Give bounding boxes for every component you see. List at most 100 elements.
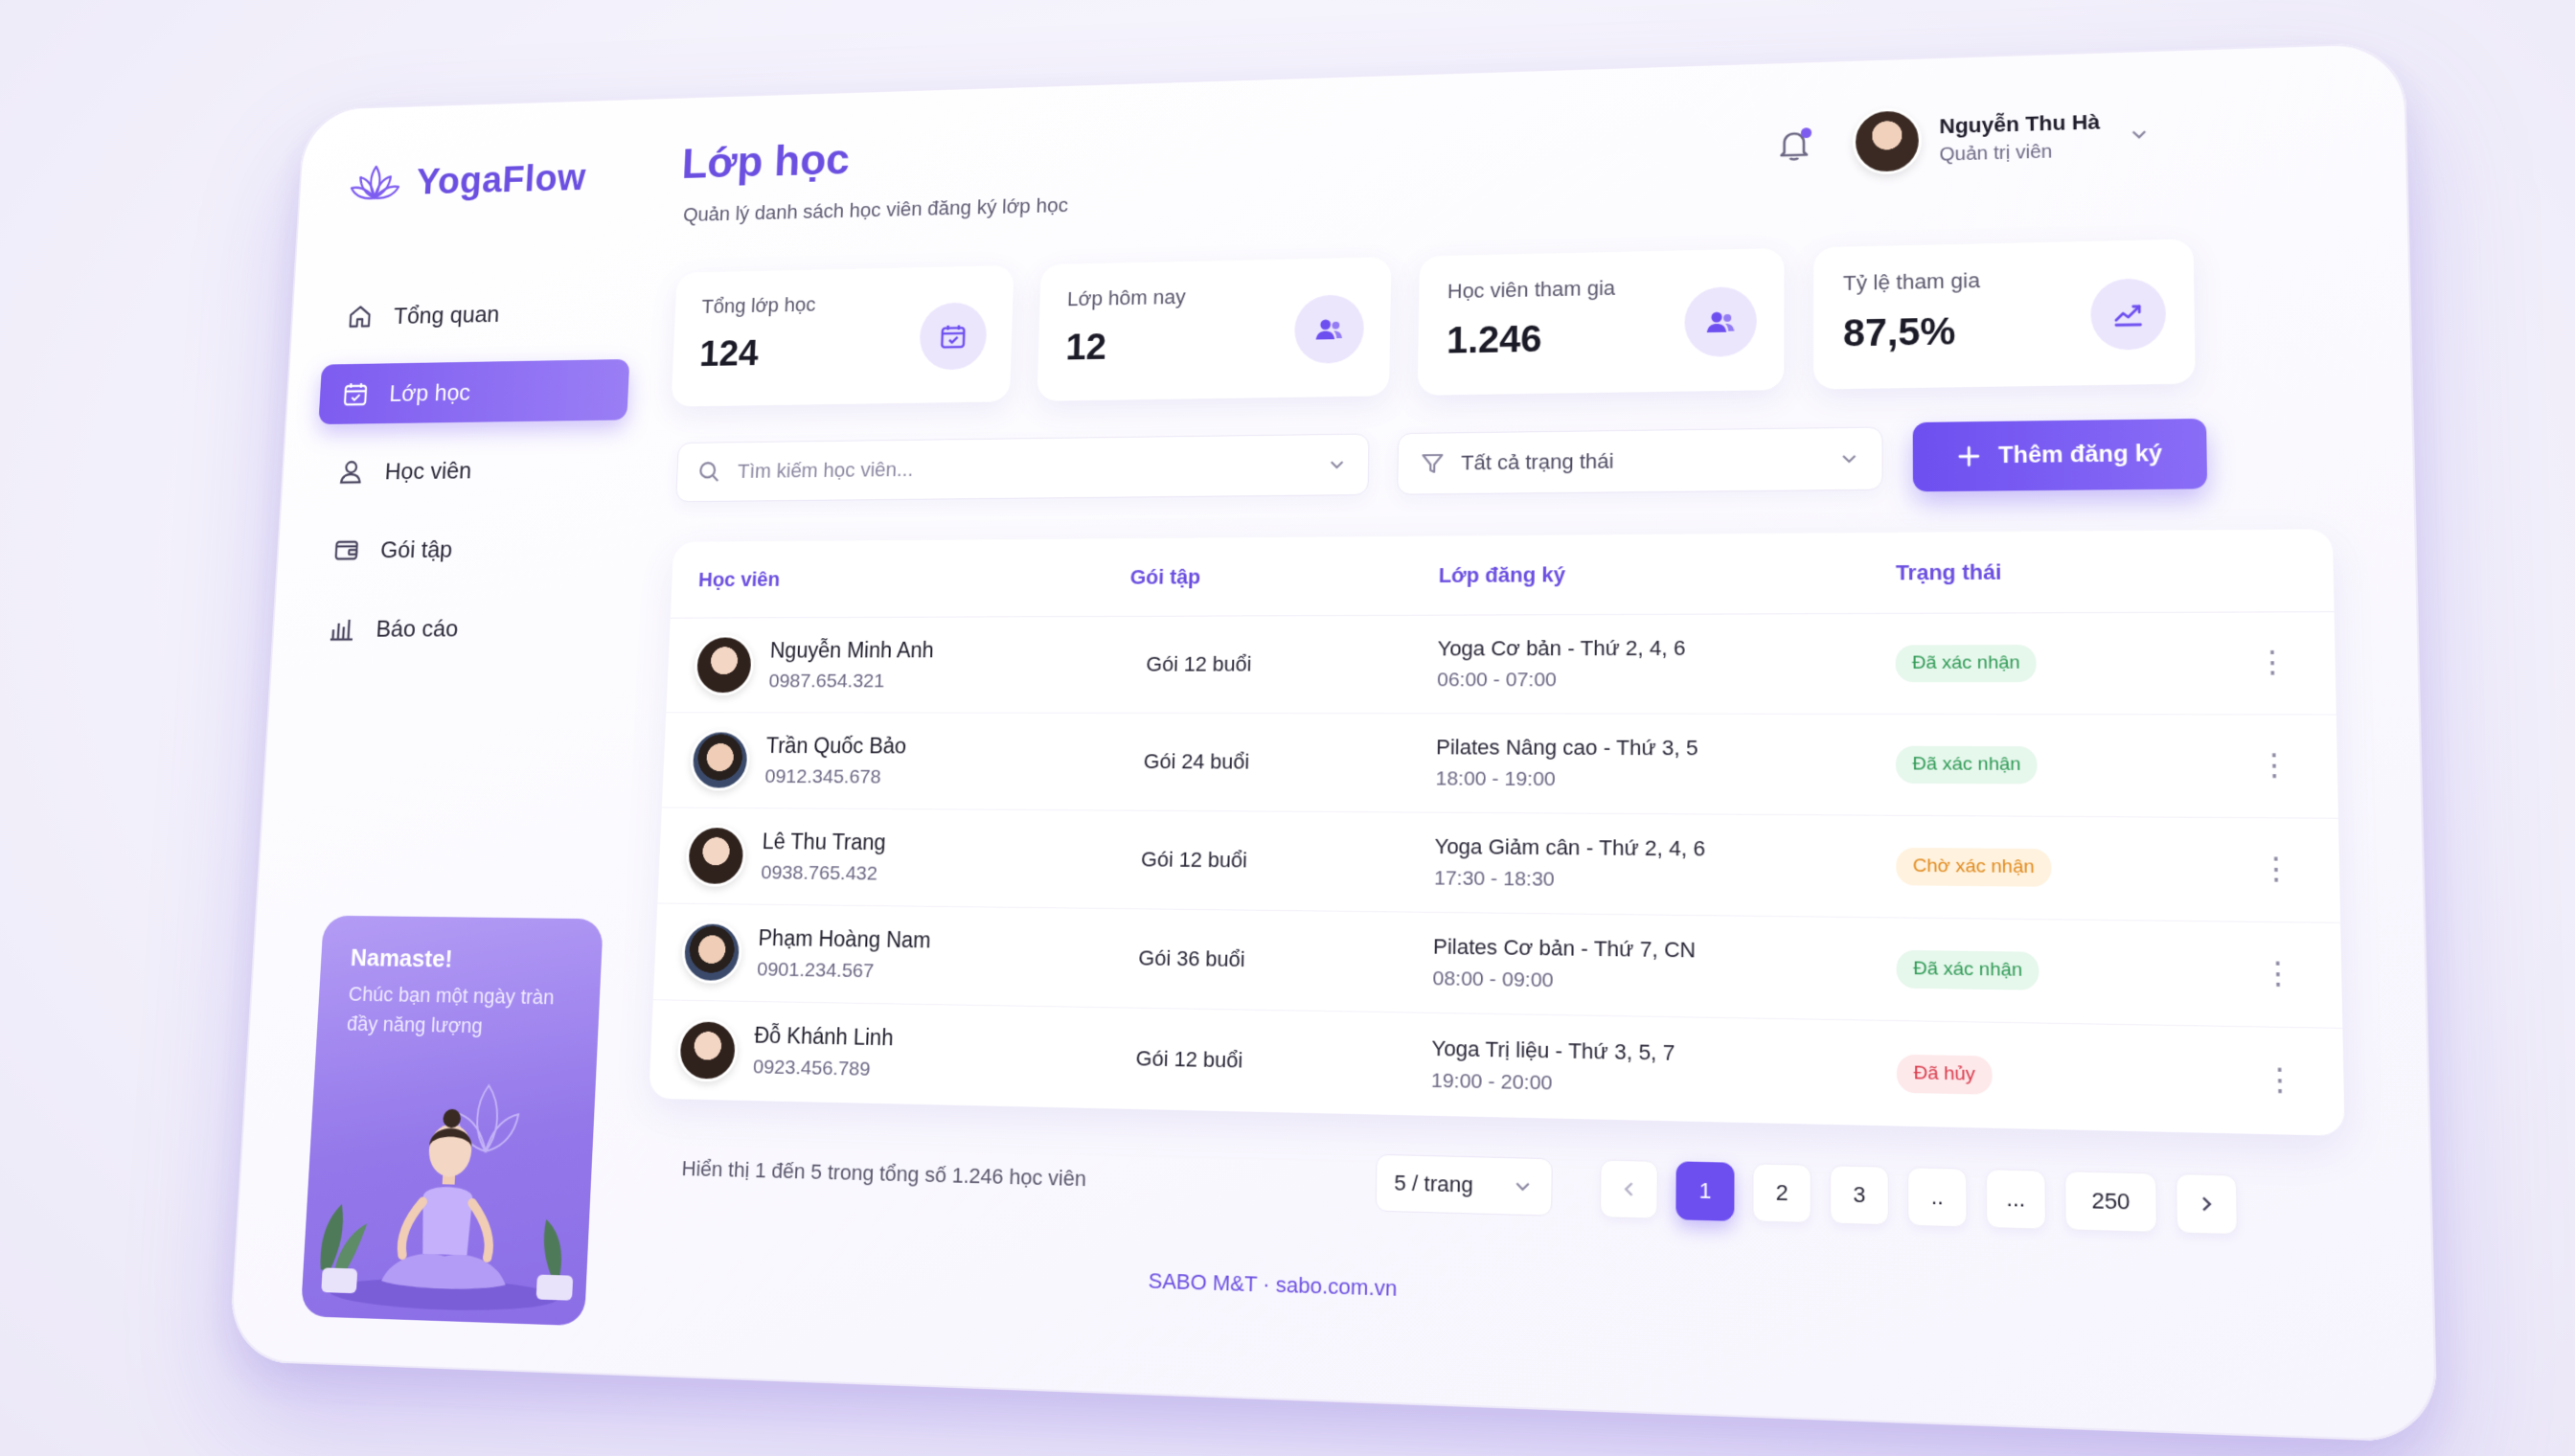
stats-row: Tổng lớp học 124 Lớp hôm nay 12 Học viên… <box>671 239 2196 407</box>
package-cell: Gói 12 buổi <box>1135 1045 1243 1073</box>
row-more-options-icon[interactable]: ⋮ <box>2246 957 2310 991</box>
toolbar: Tìm kiếm học viên... Tất cả trạng thái T… <box>675 418 2384 506</box>
column-header-status[interactable]: Trạng thái <box>1896 557 2241 585</box>
column-header-class[interactable]: Lớp đăng ký <box>1439 560 1896 588</box>
class-name: Yoga Giảm cân - Thứ 2, 4, 6 <box>1434 833 1706 861</box>
student-phone: 0901.234.567 <box>756 958 875 982</box>
student-phone: 0987.654.321 <box>768 670 885 692</box>
student-phone: 0923.456.789 <box>752 1056 871 1081</box>
sidebar-item-packages[interactable]: Gói tập <box>309 517 623 580</box>
table-header: Học viên Gói tập Lớp đăng ký Trạng thái <box>670 529 2335 619</box>
search-input[interactable]: Tìm kiếm học viên... <box>675 433 1370 503</box>
plus-icon <box>1956 444 1982 469</box>
app-name: YogaFlow <box>415 156 587 202</box>
class-time: 06:00 - 07:00 <box>1436 669 1557 692</box>
chevron-down-icon <box>1838 448 1860 469</box>
student-name: Đỗ Khánh Linh <box>753 1022 894 1051</box>
user-menu[interactable]: Nguyễn Thu Hà Quản trị viên <box>1852 101 2151 175</box>
column-header-student[interactable]: Học viên <box>698 565 1130 592</box>
add-registration-button[interactable]: Thêm đăng ký <box>1912 418 2208 492</box>
row-more-options-icon[interactable]: ⋮ <box>2242 647 2304 679</box>
bar-chart-icon <box>328 614 356 643</box>
registrations-table: Học viên Gói tập Lớp đăng ký Trạng thái … <box>649 529 2345 1136</box>
per-page-value: 5 / trang <box>1394 1170 1473 1197</box>
row-more-options-icon[interactable]: ⋮ <box>2248 1062 2312 1097</box>
search-icon <box>696 459 722 485</box>
package-cell: Gói 12 buổi <box>1146 651 1252 676</box>
per-page-select[interactable]: 5 / trang <box>1375 1153 1553 1217</box>
sidebar-item-classes[interactable]: Lớp học <box>318 358 630 425</box>
calendar-icon <box>341 379 370 408</box>
avatar <box>676 1017 740 1082</box>
sidebar-item-label: Học viên <box>384 456 472 485</box>
lotus-logo-icon <box>348 161 402 206</box>
pagination: 5 / trang 1 2 3 .. ... 250 <box>1375 1153 2239 1236</box>
student-phone: 0938.765.432 <box>760 861 878 884</box>
wallet-icon <box>332 535 361 564</box>
users-icon <box>1706 311 1735 333</box>
student-name: Trần Quốc Bảo <box>765 733 907 758</box>
filter-icon <box>1419 450 1446 477</box>
home-icon <box>346 303 375 331</box>
logo[interactable]: YogaFlow <box>330 133 641 227</box>
avatar <box>685 825 747 887</box>
next-page-button[interactable] <box>2176 1172 2239 1236</box>
calendar-icon <box>937 321 968 353</box>
class-name: Pilates Cơ bản - Thứ 7, CN <box>1432 934 1697 963</box>
page-button-last[interactable]: 250 <box>2064 1171 2158 1233</box>
app-window: YogaFlow Tổng quan Lớp học Học viên Gói … <box>228 41 2438 1444</box>
class-time: 18:00 - 19:00 <box>1435 767 1556 791</box>
sidebar: YogaFlow Tổng quan Lớp học Học viên Gói … <box>265 133 641 1336</box>
sidebar-item-overview[interactable]: Tổng quan <box>323 281 633 347</box>
row-more-options-icon[interactable]: ⋮ <box>2243 749 2306 783</box>
status-filter-select[interactable]: Tất cả trạng thái <box>1397 426 1883 495</box>
class-time: 17:30 - 18:30 <box>1433 867 1555 891</box>
student-name: Nguyễn Minh Anh <box>769 637 935 662</box>
filter-selected-value: Tất cả trạng thái <box>1460 448 1614 475</box>
sidebar-item-label: Lớp học <box>388 377 471 407</box>
chevron-right-icon <box>2196 1194 2217 1215</box>
page-button-3[interactable]: 3 <box>1829 1165 1889 1226</box>
status-badge: Đã hủy <box>1897 1054 1993 1095</box>
status-badge: Đã xác nhận <box>1896 745 2038 785</box>
notification-button[interactable] <box>1774 125 1813 164</box>
page-button-2[interactable]: 2 <box>1752 1163 1812 1224</box>
avatar <box>693 634 755 695</box>
page-ellipsis[interactable]: ... <box>1985 1169 2047 1230</box>
sidebar-item-reports[interactable]: Báo cáo <box>305 597 619 659</box>
page-subtitle: Quản lý danh sách học viên đăng ký lớp h… <box>682 193 1069 226</box>
stat-card-today-classes: Lớp hôm nay 12 <box>1037 257 1392 401</box>
table-footer: Hiển thị 1 đến 5 trong tổng số 1.246 học… <box>645 1126 2358 1240</box>
table-row[interactable]: Nguyễn Minh Anh 0987.654.321 Gói 12 buổi … <box>666 612 2336 716</box>
chevron-down-icon <box>2129 124 2151 145</box>
student-name: Lê Thu Trang <box>762 829 887 854</box>
class-name: Yoga Trị liệu - Thứ 3, 5, 7 <box>1431 1035 1675 1065</box>
stat-card-participation-rate: Tỷ lệ tham gia 87,5% <box>1813 239 2196 390</box>
row-more-options-icon[interactable]: ⋮ <box>2245 853 2308 886</box>
prev-page-button[interactable] <box>1599 1159 1658 1219</box>
chevron-left-icon <box>1619 1179 1639 1199</box>
page-button-1[interactable]: 1 <box>1675 1161 1735 1221</box>
pagination-info: Hiển thị 1 đến 5 trong tổng số 1.246 học… <box>681 1156 1087 1192</box>
class-time: 08:00 - 09:00 <box>1432 967 1554 992</box>
add-registration-label: Thêm đăng ký <box>1998 440 2163 469</box>
column-header-package[interactable]: Gói tập <box>1129 563 1439 589</box>
sidebar-item-label: Gói tập <box>379 535 453 563</box>
trend-icon <box>2110 298 2145 331</box>
stat-card-participants: Học viên tham gia 1.246 <box>1417 248 1785 396</box>
sidebar-item-students[interactable]: Học viên <box>314 438 627 502</box>
table-row[interactable]: Trần Quốc Bảo 0912.345.678 Gói 24 buổi Pi… <box>661 713 2338 819</box>
user-name: Nguyễn Thu Hà <box>1939 109 2101 138</box>
student-phone: 0912.345.678 <box>764 764 882 787</box>
class-name: Yoga Cơ bản - Thứ 2, 4, 6 <box>1437 635 1686 661</box>
avatar <box>1852 107 1923 175</box>
meditating-woman-illustration <box>319 1044 574 1314</box>
page-ellipsis[interactable]: .. <box>1906 1167 1968 1228</box>
chevron-down-icon <box>1512 1175 1534 1198</box>
main-content: Lớp học Quản lý danh sách học viên đăng … <box>602 71 2404 1409</box>
sidebar-item-label: Tổng quan <box>393 300 501 330</box>
status-badge: Chờ xác nhận <box>1896 847 2052 887</box>
user-role: Quản trị viên <box>1939 141 2053 166</box>
chevron-down-icon <box>1327 454 1348 475</box>
user-icon <box>336 457 365 486</box>
